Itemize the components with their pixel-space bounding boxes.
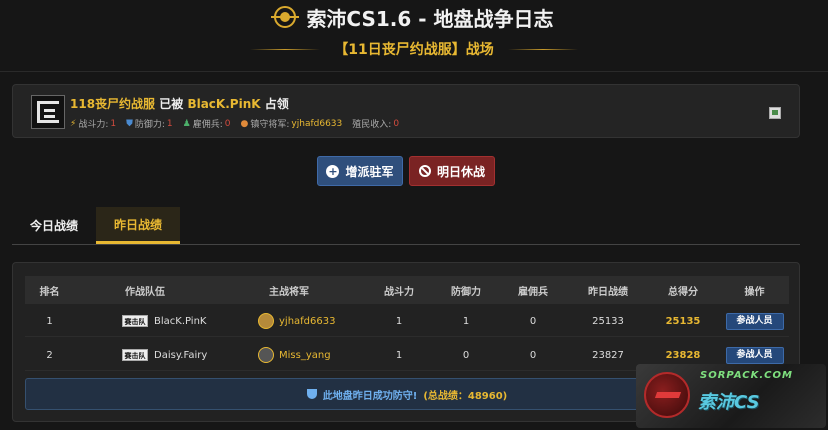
- row-defense: 1: [462, 315, 470, 327]
- clan-logo: [31, 95, 65, 129]
- clan-glyph-icon: [37, 101, 59, 123]
- page-title: 索沛CS1.6 - 地盘战争日志: [306, 6, 554, 31]
- tab-today[interactable]: 今日战绩: [12, 207, 96, 244]
- site-watermark: SORPACK.COM 索沛CS: [636, 364, 826, 428]
- stat-power-label: 战斗力:: [78, 120, 109, 130]
- row-power: 1: [395, 315, 403, 327]
- row-action: 参战人员: [720, 346, 789, 364]
- lightning-icon: ⚡: [70, 118, 77, 129]
- watermark-brand: 索沛CS: [698, 392, 760, 413]
- rest-label: 明日休战: [436, 164, 485, 179]
- broken-image-icon: [769, 107, 781, 119]
- stat-defense: ⛊ 防御力: 1: [126, 117, 173, 131]
- stat-income-value: 0: [393, 118, 400, 129]
- territory-owner-card: 118丧尸约战服 已被 BlacK.PinK 占领 ⚡ 战斗力: 1 ⛊ 防御力…: [12, 84, 800, 138]
- general-name[interactable]: yjhafd6633: [279, 316, 335, 327]
- stat-power-value: 1: [110, 118, 117, 129]
- col-rank: 排名: [39, 286, 60, 298]
- col-team: 作战队伍: [125, 286, 165, 298]
- brand-logo-icon: [644, 372, 690, 418]
- reinforce-button[interactable]: + 增派驻军: [317, 156, 403, 186]
- col-defense: 防御力: [451, 286, 481, 298]
- stat-general: ● 镇守将军: yjhafd6633: [240, 117, 343, 131]
- rest-button[interactable]: 明日休战: [409, 156, 495, 186]
- row-general: yjhafd6633: [216, 313, 362, 329]
- row-team: 赛击队 BlacK.PinK: [74, 315, 216, 327]
- shield-icon: ⛊: [126, 118, 133, 129]
- watermark-url: SORPACK.COM: [700, 370, 793, 381]
- page-header: 索沛CS1.6 - 地盘战争日志: [0, 2, 828, 32]
- stat-defense-value: 1: [166, 118, 173, 129]
- col-general: 主战将军: [269, 286, 309, 298]
- user-icon: ●: [240, 118, 249, 129]
- defense-total: (总战绩：48960): [423, 390, 508, 402]
- stat-power: ⚡ 战斗力: 1: [70, 117, 117, 131]
- stat-general-value[interactable]: yjhafd6633: [291, 119, 342, 129]
- avatar: [258, 313, 274, 329]
- stat-merc-value: 0: [224, 118, 231, 129]
- defense-text: 此地盘昨日成功防守!: [322, 390, 418, 402]
- table-row: 1 赛击队 BlacK.PinK yjhafd6633 1 1 0 25133 …: [25, 306, 789, 337]
- ban-icon: [418, 165, 431, 177]
- team-name[interactable]: BlacK.PinK: [154, 316, 207, 327]
- participants-button[interactable]: 参战人员: [725, 346, 784, 364]
- owner-stats: ⚡ 战斗力: 1 ⛊ 防御力: 1 ♟ 雇佣兵: 0 ● 镇守将军: yjhaf…: [70, 117, 400, 131]
- row-merc: 0: [529, 315, 537, 327]
- stat-merc-label: 雇佣兵:: [192, 120, 223, 130]
- subtitle-line-left: [250, 48, 321, 50]
- reinforce-label: 增派驻军: [345, 164, 394, 179]
- row-total: 23828: [665, 349, 701, 361]
- row-rank: 2: [46, 349, 53, 361]
- page-subtitle: 【11日丧尸约战服】战场: [334, 42, 494, 58]
- row-team: 赛击队 Daisy.Fairy: [74, 349, 216, 361]
- stat-income: 殖民收入: 0: [352, 117, 400, 131]
- occupied-text: 占领: [264, 97, 289, 111]
- row-merc: 0: [529, 349, 537, 361]
- participants-button[interactable]: 参战人员: [725, 312, 784, 330]
- owner-line: 118丧尸约战服 已被 BlacK.PinK 占领: [70, 95, 289, 112]
- row-general: Miss_yang: [216, 347, 362, 363]
- col-power: 战斗力: [384, 286, 414, 298]
- row-total: 25135: [665, 315, 701, 327]
- row-yesterday: 25133: [592, 315, 624, 327]
- team-badge: 赛击队: [122, 349, 148, 361]
- record-tabs: 今日战绩 昨日战绩: [12, 207, 800, 245]
- row-yesterday: 23827: [592, 349, 624, 361]
- taken-by-text: 已被: [159, 97, 184, 111]
- stat-general-label: 镇守将军:: [250, 120, 290, 130]
- page-subheader: 【11日丧尸约战服】战场: [0, 36, 828, 62]
- table-header: 排名 作战队伍 主战将军 战斗力 防御力 雇佣兵 昨日战绩 总得分 操作: [25, 276, 789, 304]
- col-yesterday: 昨日战绩: [588, 286, 628, 298]
- row-defense: 0: [462, 349, 470, 361]
- territory-name: 118丧尸约战服: [70, 97, 156, 111]
- stat-merc: ♟ 雇佣兵: 0: [182, 117, 231, 131]
- row-rank: 1: [46, 315, 53, 327]
- trophy-icon: [306, 389, 317, 399]
- soldier-icon: ♟: [182, 118, 191, 129]
- col-merc: 雇佣兵: [518, 286, 548, 298]
- avatar: [258, 347, 274, 363]
- stat-income-label: 殖民收入:: [352, 120, 392, 130]
- team-badge: 赛击队: [122, 315, 148, 327]
- owner-clan-link[interactable]: BlacK.PinK: [187, 97, 260, 111]
- col-action: 操作: [744, 286, 765, 298]
- row-action: 参战人员: [720, 312, 789, 330]
- general-name[interactable]: Miss_yang: [279, 350, 331, 361]
- crosshair-icon: [271, 6, 300, 28]
- row-power: 1: [395, 349, 403, 361]
- subtitle-line-right: [507, 48, 578, 50]
- plus-circle-icon: +: [326, 164, 340, 178]
- col-total: 总得分: [668, 286, 698, 298]
- team-name[interactable]: Daisy.Fairy: [154, 350, 207, 361]
- stat-defense-label: 防御力:: [134, 120, 165, 130]
- header-divider: [0, 71, 828, 72]
- tab-yesterday[interactable]: 昨日战绩: [96, 207, 180, 244]
